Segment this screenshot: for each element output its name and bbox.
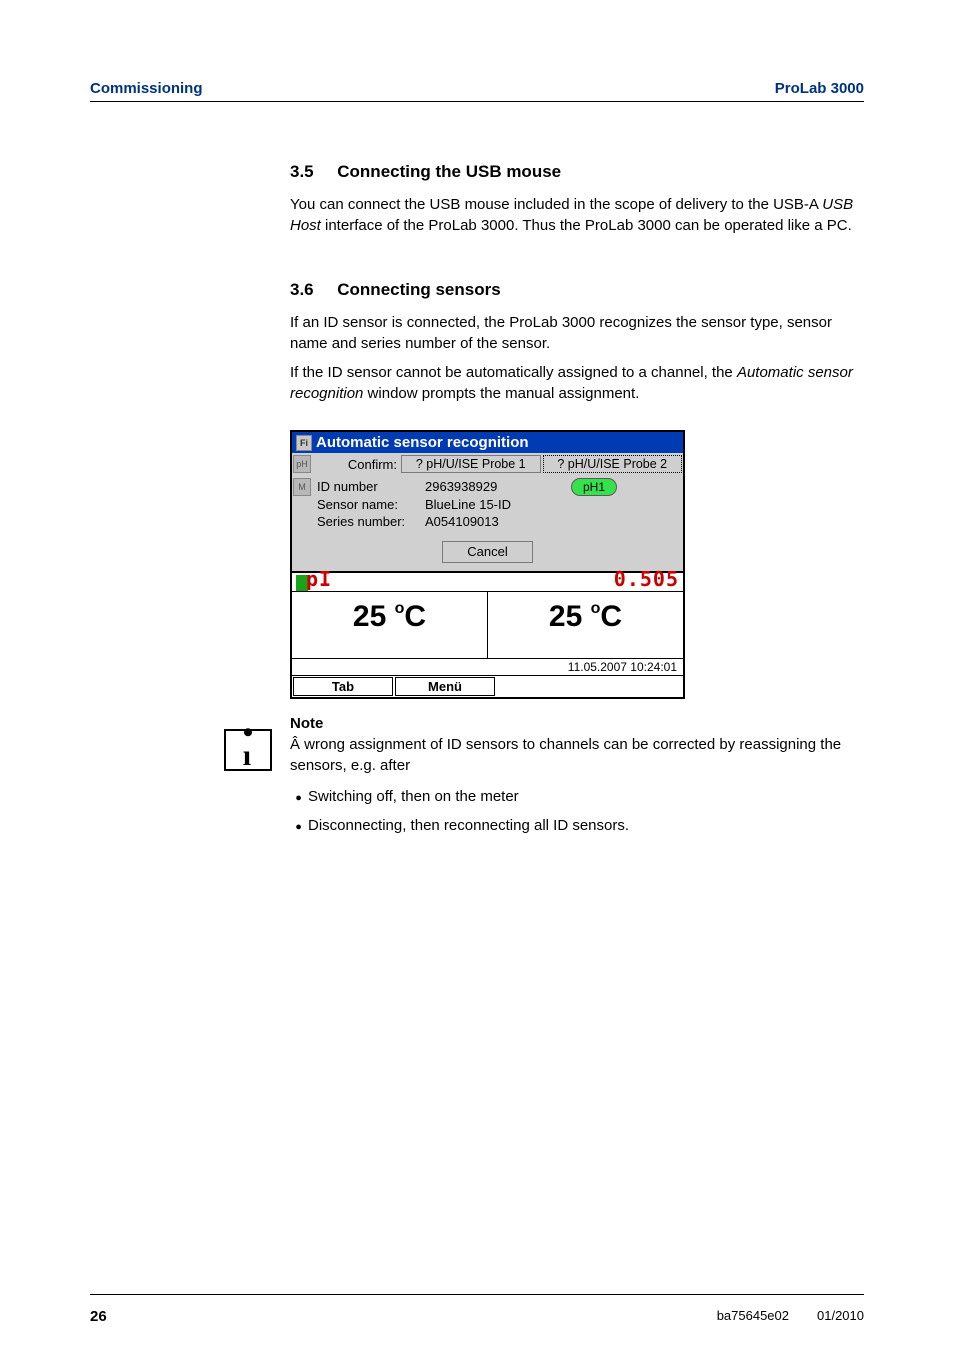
rule-top <box>90 101 864 102</box>
dialog-titlebar: Fi Automatic sensor recognition <box>292 432 683 453</box>
value-id-number: 2963938929 <box>425 478 565 496</box>
label-series-number: Series number: <box>317 513 425 531</box>
probe2-button[interactable]: ? pH/U/ISE Probe 2 <box>543 455 683 473</box>
page-number: 26 <box>90 1308 107 1325</box>
dialog-title-text: Automatic sensor recognition <box>316 434 529 451</box>
note-heading: Note <box>290 715 854 732</box>
tab-button[interactable]: Tab <box>293 677 393 696</box>
temp-left: 25 oC <box>292 592 488 658</box>
timestamp: 11.05.2007 10:24:01 <box>292 658 683 675</box>
label-sensor-name: Sensor name: <box>317 496 425 514</box>
rule-bottom <box>90 1294 864 1295</box>
sec36-p2b: window prompts the manual assignment. <box>363 385 639 402</box>
note-bullet-1: Switching off, then on the meter <box>308 786 854 807</box>
info-labels: ID number Sensor name: Series number: <box>315 478 425 531</box>
reading-fragment-right: 0.505 <box>614 567 679 591</box>
menu-button[interactable]: Menü <box>395 677 495 696</box>
value-sensor-name: BlueLine 15-ID <box>425 496 565 514</box>
ph1-indicator: pH1 <box>571 478 617 496</box>
temp-right-unit-c: C <box>600 600 622 633</box>
sec35-title: Connecting the USB mouse <box>337 162 561 181</box>
value-series-number: A054109013 <box>425 513 565 531</box>
sec36-p1: If an ID sensor is connected, the ProLab… <box>290 312 854 354</box>
sensor-recognition-dialog: Fi Automatic sensor recognition pH Confi… <box>290 430 685 699</box>
temp-right-unit-sup: o <box>591 600 601 617</box>
doc-date: 01/2010 <box>817 1308 864 1325</box>
note-bullet-2: Disconnecting, then reconnecting all ID … <box>308 815 854 836</box>
temp-left-unit-c: C <box>404 600 426 633</box>
cancel-button[interactable]: Cancel <box>442 541 532 563</box>
temp-left-value: 25 <box>353 600 395 633</box>
sec35-p1a: You can connect the USB mouse included i… <box>290 196 822 213</box>
probe1-button[interactable]: ? pH/U/ISE Probe 1 <box>401 455 541 473</box>
sec36-p2: If the ID sensor cannot be automatically… <box>290 362 854 404</box>
edge-icon-ph: pH <box>293 455 311 473</box>
pi-label: pI <box>306 567 332 591</box>
edge-icon-m: M <box>293 478 311 496</box>
header-right: ProLab 3000 <box>775 80 864 97</box>
sec36-p2a: If the ID sensor cannot be automatically… <box>290 364 737 381</box>
dialog-title-icon: Fi <box>296 435 312 451</box>
doc-id: ba75645e02 <box>717 1308 789 1325</box>
note-body: Â wrong assignment of ID sensors to chan… <box>290 734 854 776</box>
confirm-label: Confirm: <box>315 457 399 472</box>
sec35-num: 3.5 <box>290 162 314 181</box>
sec36-title: Connecting sensors <box>337 280 500 299</box>
label-id-number: ID number <box>317 478 425 496</box>
temp-right-value: 25 <box>549 600 591 633</box>
temp-left-unit-sup: o <box>395 600 405 617</box>
sec35-paragraph: You can connect the USB mouse included i… <box>290 194 854 236</box>
info-icon: • ı <box>224 729 272 771</box>
sec35-p1b: interface of the ProLab 3000. Thus the P… <box>321 217 852 234</box>
temp-right: 25 oC <box>488 592 683 658</box>
header-left: Commissioning <box>90 80 203 97</box>
sec36-num: 3.6 <box>290 280 314 299</box>
info-values: 2963938929 BlueLine 15-ID A054109013 <box>425 478 565 531</box>
